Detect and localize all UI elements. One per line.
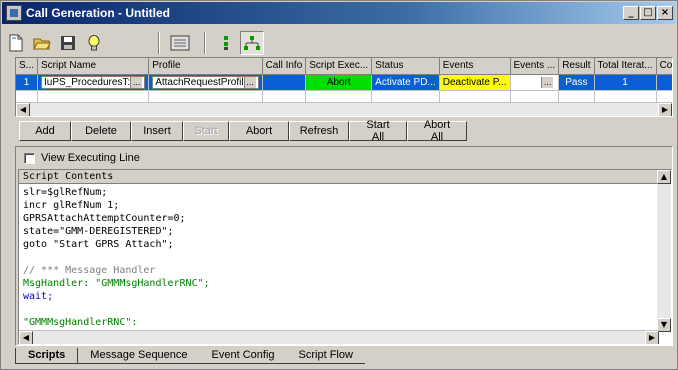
close-button[interactable]: × — [657, 6, 673, 20]
browse-profile-button[interactable]: ... — [243, 76, 256, 88]
code-line: GPRSAttachAttemptCounter=0; — [23, 213, 186, 224]
tab-script-flow[interactable]: Script Flow — [286, 348, 365, 364]
list-view-icon[interactable] — [168, 31, 192, 55]
abort-all-button[interactable]: Abort All — [407, 119, 467, 143]
tab-event-config[interactable]: Event Config — [199, 348, 287, 364]
column-header[interactable]: Script Exec... — [305, 58, 373, 75]
column-header[interactable]: Result — [558, 58, 595, 75]
profile-cell[interactable]: AttachRequestProfil... — [148, 74, 263, 91]
delete-button[interactable]: Delete — [71, 121, 131, 141]
scroll-right-icon[interactable]: ▶ — [658, 103, 672, 116]
completed-iterations-cell[interactable]: 0 — [656, 74, 672, 91]
row-number-cell[interactable]: 1 — [16, 74, 39, 91]
abort-button[interactable]: Abort — [229, 121, 289, 141]
start-all-button[interactable]: Start All — [349, 119, 407, 143]
step-icon[interactable] — [214, 31, 238, 55]
scroll-left-icon[interactable]: ◀ — [16, 103, 30, 116]
view-executing-line-checkbox[interactable] — [24, 152, 35, 164]
lightbulb-icon[interactable] — [82, 31, 106, 55]
code-line: slr=$glRefNum; — [23, 187, 108, 198]
result-cell[interactable]: Pass — [558, 74, 595, 91]
script-vertical-scrollbar[interactable]: ▲ ▼ — [657, 170, 671, 332]
status-cell[interactable]: Activate PD... — [371, 74, 440, 91]
window-title: Call Generation - Untitled — [26, 6, 171, 20]
browse-script-button[interactable]: ... — [130, 76, 143, 88]
app-icon — [6, 5, 22, 21]
code-line: state="GMM-DEREGISTERED"; — [23, 226, 174, 237]
column-header[interactable]: Script Name — [37, 58, 150, 75]
tree-view-icon[interactable] — [240, 31, 264, 55]
table-row[interactable]: 1 IuPS_ProceduresT:... AttachRequestProf… — [16, 74, 672, 91]
code-line: wait; — [23, 291, 54, 302]
code-line: // *** Message Handler — [23, 265, 156, 276]
column-header[interactable]: Events — [439, 58, 511, 75]
grid-horizontal-scrollbar[interactable]: ◀ ▶ — [16, 102, 672, 116]
total-iterations-cell[interactable]: 1 — [594, 74, 657, 91]
bottom-tabs: Scripts Message Sequence Event Config Sc… — [15, 348, 365, 366]
scroll-down-icon[interactable]: ▼ — [657, 318, 671, 332]
code-line: MsgHandler: "GMMMsgHandlerRNC"; — [23, 278, 210, 289]
open-folder-icon[interactable] — [30, 31, 54, 55]
script-grid: S... Script Name Profile Call Info Scrip… — [15, 57, 673, 117]
script-name-cell[interactable]: IuPS_ProceduresT:... — [37, 74, 150, 91]
add-button[interactable]: Add — [19, 121, 71, 141]
maximize-button[interactable]: □ — [640, 6, 656, 20]
scroll-right-icon[interactable]: ▶ — [645, 331, 659, 344]
tab-scripts[interactable]: Scripts — [15, 348, 79, 364]
events-cell[interactable]: Deactivate P... — [439, 74, 511, 91]
refresh-button[interactable]: Refresh — [289, 121, 349, 141]
insert-button[interactable]: Insert — [131, 121, 183, 141]
tab-message-sequence[interactable]: Message Sequence — [78, 348, 200, 364]
column-header[interactable]: Call Info — [262, 58, 307, 75]
table-header-row: S... Script Name Profile Call Info Scrip… — [16, 58, 672, 75]
action-buttons: Add Delete Insert Start Abort Refresh St… — [19, 119, 467, 143]
code-line: "GMMMsgHandlerRNC": — [23, 317, 138, 328]
script-table: S... Script Name Profile Call Info Scrip… — [16, 58, 672, 107]
script-horizontal-scrollbar[interactable]: ◀ ▶ — [19, 330, 659, 344]
view-executing-line-option[interactable]: View Executing Line — [24, 152, 140, 164]
events-2-cell[interactable]: ... — [510, 74, 560, 91]
title-bar[interactable]: Call Generation - Untitled _ □ × — [2, 2, 676, 24]
column-header[interactable]: S... — [16, 58, 39, 75]
new-file-icon[interactable] — [4, 31, 28, 55]
save-icon[interactable] — [56, 31, 80, 55]
column-header[interactable]: Total Iterat... — [594, 58, 657, 75]
minimize-button[interactable]: _ — [623, 6, 639, 20]
call-generation-window: Call Generation - Untitled _ □ × S... Sc… — [0, 0, 678, 370]
script-code[interactable]: slr=$glRefNum; incr glRefNum 1; GPRSAttach… — [19, 184, 671, 331]
start-button[interactable]: Start — [183, 121, 229, 141]
scroll-up-icon[interactable]: ▲ — [657, 170, 671, 184]
scroll-left-icon[interactable]: ◀ — [19, 331, 33, 344]
column-header[interactable]: Status — [371, 58, 440, 75]
view-executing-line-label: View Executing Line — [41, 152, 140, 164]
column-header[interactable]: Events ... — [510, 58, 560, 75]
browse-events-button[interactable]: ... — [541, 76, 554, 88]
code-line: incr glRefNum 1; — [23, 200, 120, 211]
script-contents-header: Script Contents — [19, 170, 671, 184]
code-line: goto "Start GPRS Attach"; — [23, 239, 174, 250]
column-header[interactable]: Completed It — [656, 58, 672, 75]
column-header[interactable]: Profile — [148, 58, 263, 75]
script-exec-cell[interactable]: Abort — [305, 74, 373, 91]
script-editor[interactable]: Script Contents slr=$glRefNum; incr glRef… — [18, 169, 672, 345]
call-info-cell[interactable] — [262, 74, 307, 91]
toolbar — [4, 27, 674, 59]
script-panel: View Executing Line Script Contents slr=… — [15, 146, 673, 346]
